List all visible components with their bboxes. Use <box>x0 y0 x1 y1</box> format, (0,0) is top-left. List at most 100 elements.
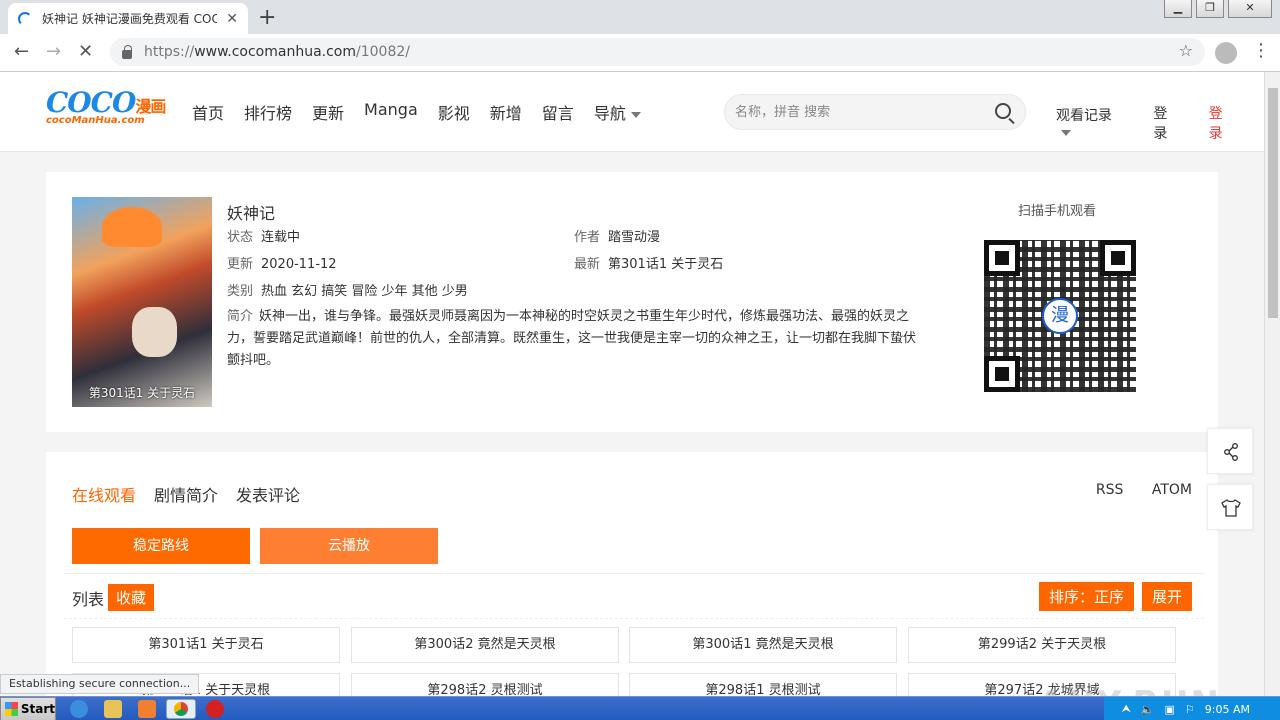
history-menu[interactable]: 观看记录 <box>1056 105 1125 141</box>
comic-cover-image[interactable]: 第301话1 关于灵石 <box>72 197 212 407</box>
author-field: 作者 踏雪动漫 <box>574 230 661 245</box>
tab-online[interactable]: 在线观看 <box>72 482 136 506</box>
header-actions: 观看记录 登录 登录 <box>1056 103 1264 143</box>
chapter-item[interactable]: 第298话1 灵根测试 <box>629 673 897 696</box>
nav-home[interactable]: 首页 <box>192 100 224 124</box>
favorite-button[interactable]: 收藏 <box>108 584 155 611</box>
browser-toolbar: ← → ✕ https://www.cocomanhua.com/10082/ … <box>0 34 1280 72</box>
atom-link[interactable]: ATOM <box>1152 482 1192 498</box>
route-cloud-button[interactable]: 云播放 <box>260 528 438 564</box>
system-tray: ⮝ 🔈 ▣ ⚐ 9:05 AM <box>1104 697 1280 720</box>
loading-spinner-icon <box>18 11 32 26</box>
search-input[interactable] <box>725 95 975 129</box>
folder-icon[interactable] <box>104 700 122 718</box>
profile-avatar-icon[interactable] <box>1215 42 1237 64</box>
search-icon[interactable] <box>995 103 1011 119</box>
url-text: https://www.cocomanhua.com/10082/ <box>144 44 410 60</box>
chapter-item[interactable]: 第300话2 竟然是天灵根 <box>351 627 619 663</box>
nav-message[interactable]: 留言 <box>542 100 574 124</box>
nav-video[interactable]: 影视 <box>438 100 470 124</box>
window-controls: ▁ ❐ ✕ <box>1164 0 1272 18</box>
nav-update[interactable]: 更新 <box>312 100 344 124</box>
rss-link[interactable]: RSS <box>1096 482 1124 498</box>
nav-rank[interactable]: 排行榜 <box>244 100 292 124</box>
nav-new[interactable]: 新增 <box>490 100 522 124</box>
stop-loading-icon[interactable]: ✕ <box>78 41 93 62</box>
latest-field[interactable]: 最新 第301话1 关于灵石 <box>574 253 723 272</box>
vertical-scrollbar[interactable] <box>1264 72 1280 696</box>
close-window-button[interactable]: ✕ <box>1228 0 1272 18</box>
volume-icon[interactable]: 🔈 <box>1141 703 1155 716</box>
status-bubble: Establishing secure connection... <box>0 674 200 694</box>
qr-code-icon: 漫 <box>984 240 1136 392</box>
chrome-icon <box>174 702 188 716</box>
list-label: 列表 <box>72 589 105 609</box>
register-link[interactable]: 登录 <box>1209 103 1236 143</box>
comic-intro: 简介 妖神一出，谁与争锋。最强妖灵师聂离因为一本神秘的时空妖灵之书重生年少时代，修… <box>227 309 917 368</box>
cover-caption: 第301话1 关于灵石 <box>88 386 196 400</box>
chapter-item[interactable]: 第301话1 关于灵石 <box>72 627 340 663</box>
os-taskbar: Start ⮝ 🔈 ▣ ⚐ 9:05 AM <box>0 696 1280 720</box>
ie-icon[interactable] <box>70 700 88 718</box>
comic-title: 妖神记 <box>227 204 276 223</box>
network-icon[interactable]: ▣ <box>1165 703 1175 716</box>
chapter-item[interactable]: 第299话2 关于天灵根 <box>908 627 1176 663</box>
chevron-down-icon <box>630 111 641 118</box>
feed-links: RSS ATOM <box>1072 482 1192 498</box>
media-player-icon[interactable] <box>138 700 156 718</box>
chapter-card: 在线观看 剧情简介 发表评论 RSS ATOM 稳定路线 云播放 列表 收藏 排… <box>46 452 1218 696</box>
shirt-icon <box>1221 499 1241 517</box>
theme-button[interactable] <box>1207 484 1253 530</box>
status-field: 状态 连载中 <box>227 230 301 245</box>
sort-controls: 排序：正序 展开 <box>1038 582 1192 611</box>
windows-flag-icon <box>5 702 18 716</box>
chapter-item[interactable]: 第300话1 竟然是天灵根 <box>629 627 897 663</box>
tray-arrow-icon[interactable]: ⮝ <box>1121 702 1130 716</box>
tab-synopsis[interactable]: 剧情简介 <box>154 482 218 506</box>
bookmark-star-icon[interactable]: ☆ <box>1179 41 1193 60</box>
share-button[interactable] <box>1207 428 1253 474</box>
tab-close-icon[interactable]: ✕ <box>226 11 238 27</box>
share-icon <box>1224 443 1238 461</box>
updated-field: 更新 2020-11-12 <box>227 257 337 272</box>
login-link[interactable]: 登录 <box>1153 103 1180 143</box>
search-box <box>724 94 1026 130</box>
qr-label: 扫描手机观看 <box>1018 204 1097 219</box>
sort-button[interactable]: 排序：正序 <box>1038 582 1134 611</box>
menu-kebab-icon[interactable]: ⋮ <box>1252 40 1270 61</box>
forward-arrow-icon[interactable]: → <box>46 41 61 62</box>
page-viewport: COCO漫画 cocoManHua.com 首页 排行榜 更新 Manga 影视… <box>0 72 1264 696</box>
chevron-down-icon <box>1061 130 1071 136</box>
chrome-taskbar-button[interactable] <box>166 699 196 719</box>
expand-button[interactable]: 展开 <box>1141 582 1192 611</box>
site-header: COCO漫画 cocoManHua.com 首页 排行榜 更新 Manga 影视… <box>0 72 1264 152</box>
browser-tab[interactable]: 妖神记 妖神记漫画免费观看 COCOMANHUA ✕ <box>8 3 248 34</box>
flag-icon[interactable]: ⚐ <box>1185 703 1195 716</box>
main-nav: 首页 排行榜 更新 Manga 影视 新增 留言 导航 <box>192 100 661 124</box>
minimize-button[interactable]: ▁ <box>1164 0 1192 18</box>
start-button[interactable]: Start <box>0 697 56 720</box>
route-stable-button[interactable]: 稳定路线 <box>72 528 250 564</box>
route-bar: 稳定路线 云播放 <box>64 514 1204 574</box>
nav-guide[interactable]: 导航 <box>594 100 641 124</box>
browser-tab-bar: 妖神记 妖神记漫画免费观看 COCOMANHUA ✕ + ▁ ❐ ✕ <box>0 0 1280 34</box>
back-arrow-icon[interactable]: ← <box>14 41 29 62</box>
nav-manga[interactable]: Manga <box>364 100 418 124</box>
watermark-logo: ANY.RUN <box>1038 684 1221 696</box>
chapter-item[interactable]: 第298话2 灵根测试 <box>351 673 619 696</box>
scroll-thumb[interactable] <box>1268 88 1278 318</box>
qr-center-logo: 漫 <box>1042 298 1078 334</box>
site-logo[interactable]: COCO漫画 cocoManHua.com <box>46 86 166 126</box>
address-bar[interactable]: https://www.cocomanhua.com/10082/ ☆ <box>110 38 1205 66</box>
tab-title: 妖神记 妖神记漫画免费观看 COCOMANHUA <box>42 12 217 26</box>
genre-field: 类别 热血 玄幻 搞笑 冒险 少年 其他 少男 <box>227 284 468 299</box>
maximize-button[interactable]: ❐ <box>1196 0 1224 18</box>
tab-comment[interactable]: 发表评论 <box>236 482 300 506</box>
lock-icon <box>122 44 132 59</box>
comic-info-card: 第301话1 关于灵石 妖神记 状态 连载中 作者 踏雪动漫 更新 2020-11-1… <box>46 172 1218 432</box>
antivirus-icon[interactable] <box>206 700 224 718</box>
content-tabs: 在线观看 剧情简介 发表评论 <box>72 482 318 506</box>
clock: 9:05 AM <box>1204 702 1250 716</box>
list-header: 列表 收藏 <box>72 584 155 611</box>
new-tab-button[interactable]: + <box>258 5 276 30</box>
